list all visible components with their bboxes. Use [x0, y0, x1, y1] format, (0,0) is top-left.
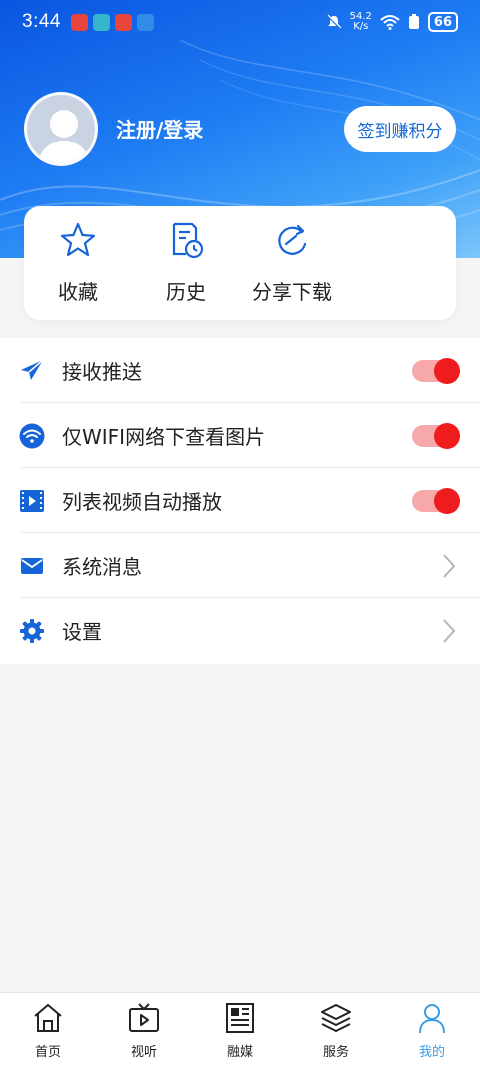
video-icon — [20, 489, 44, 512]
tab-label: 我的 — [418, 1045, 445, 1060]
network-speed-unit: K/s — [353, 21, 369, 32]
receive-push-toggle[interactable] — [412, 357, 460, 384]
toggle-knob — [434, 487, 460, 514]
tv-icon — [129, 1003, 159, 1032]
tab-home[interactable]: 首页 — [18, 1001, 78, 1060]
quick-actions-card: 收藏 历史 分享下载 — [24, 206, 456, 320]
quick-action-share-download[interactable]: 分享下载 — [252, 220, 332, 305]
tab-media[interactable]: 融媒 — [210, 1001, 270, 1060]
download-notification-icon — [92, 13, 110, 31]
history-icon — [172, 222, 204, 259]
app-notification-icon — [114, 13, 132, 31]
quick-action-label: 历史 — [166, 280, 206, 304]
app-notification-icon — [70, 13, 88, 31]
tab-label: 首页 — [34, 1045, 61, 1060]
mail-icon — [21, 557, 43, 574]
chevron-right-icon — [443, 553, 456, 578]
chevron-right-icon — [443, 618, 456, 643]
setting-row-system-messages[interactable]: 系统消息 — [0, 533, 480, 598]
home-icon — [34, 1004, 62, 1032]
setting-label: 列表视频自动播放 — [62, 490, 222, 514]
tab-label: 视听 — [130, 1045, 157, 1060]
share-icon — [278, 224, 307, 255]
newspaper-icon — [226, 1003, 254, 1033]
tab-label: 服务 — [322, 1045, 349, 1060]
toggle-knob — [434, 422, 460, 449]
gear-icon — [20, 618, 44, 643]
quick-action-label: 收藏 — [58, 280, 98, 304]
send-icon — [21, 358, 44, 380]
settings-list: 接收推送 仅WIFI网络下查看图片 列表视频自动播放 系统消息 设置 — [0, 338, 480, 664]
toggle-knob — [434, 357, 460, 384]
setting-label: 接收推送 — [62, 360, 142, 384]
quick-action-history[interactable]: 历史 — [166, 220, 206, 305]
status-time: 3:44 — [22, 11, 61, 32]
setting-row-autoplay-video[interactable]: 列表视频自动播放 — [0, 468, 480, 533]
setting-label: 设置 — [62, 620, 102, 644]
quick-action-label: 分享下载 — [252, 280, 332, 304]
setting-row-wifi-only-images[interactable]: 仅WIFI网络下查看图片 — [0, 403, 480, 468]
layers-icon — [321, 1004, 351, 1032]
status-bar: 3:44 54.2 K/s 66 — [0, 0, 480, 44]
setting-row-settings[interactable]: 设置 — [0, 598, 480, 663]
wifi-only-images-toggle[interactable] — [412, 422, 460, 449]
checkin-earn-points-button[interactable]: 签到赚积分 — [344, 106, 456, 152]
weather-notification-icon — [136, 13, 154, 31]
notification-icons — [70, 13, 154, 31]
battery-level: 66 — [427, 12, 458, 32]
user-icon — [419, 1004, 445, 1034]
bottom-tab-bar: 首页 视听 融媒 服务 我的 — [0, 992, 480, 1066]
tab-mine[interactable]: 我的 — [402, 1001, 462, 1060]
wifi-signal-icon — [380, 15, 400, 30]
star-icon — [60, 222, 96, 257]
setting-label: 系统消息 — [62, 555, 142, 579]
avatar[interactable] — [24, 92, 98, 166]
autoplay-video-toggle[interactable] — [412, 487, 460, 514]
tab-audiovisual[interactable]: 视听 — [114, 1001, 174, 1060]
tab-label: 融媒 — [226, 1045, 253, 1060]
battery-saver-icon — [408, 14, 419, 29]
wifi-icon — [19, 423, 45, 448]
login-register-link[interactable]: 注册/登录 — [116, 114, 203, 143]
network-speed: 54.2 K/s — [350, 12, 372, 32]
setting-row-receive-push[interactable]: 接收推送 — [0, 338, 480, 403]
setting-label: 仅WIFI网络下查看图片 — [62, 425, 266, 449]
quick-action-favorites[interactable]: 收藏 — [58, 220, 98, 305]
tab-services[interactable]: 服务 — [306, 1001, 366, 1060]
mute-bell-icon — [326, 14, 342, 29]
